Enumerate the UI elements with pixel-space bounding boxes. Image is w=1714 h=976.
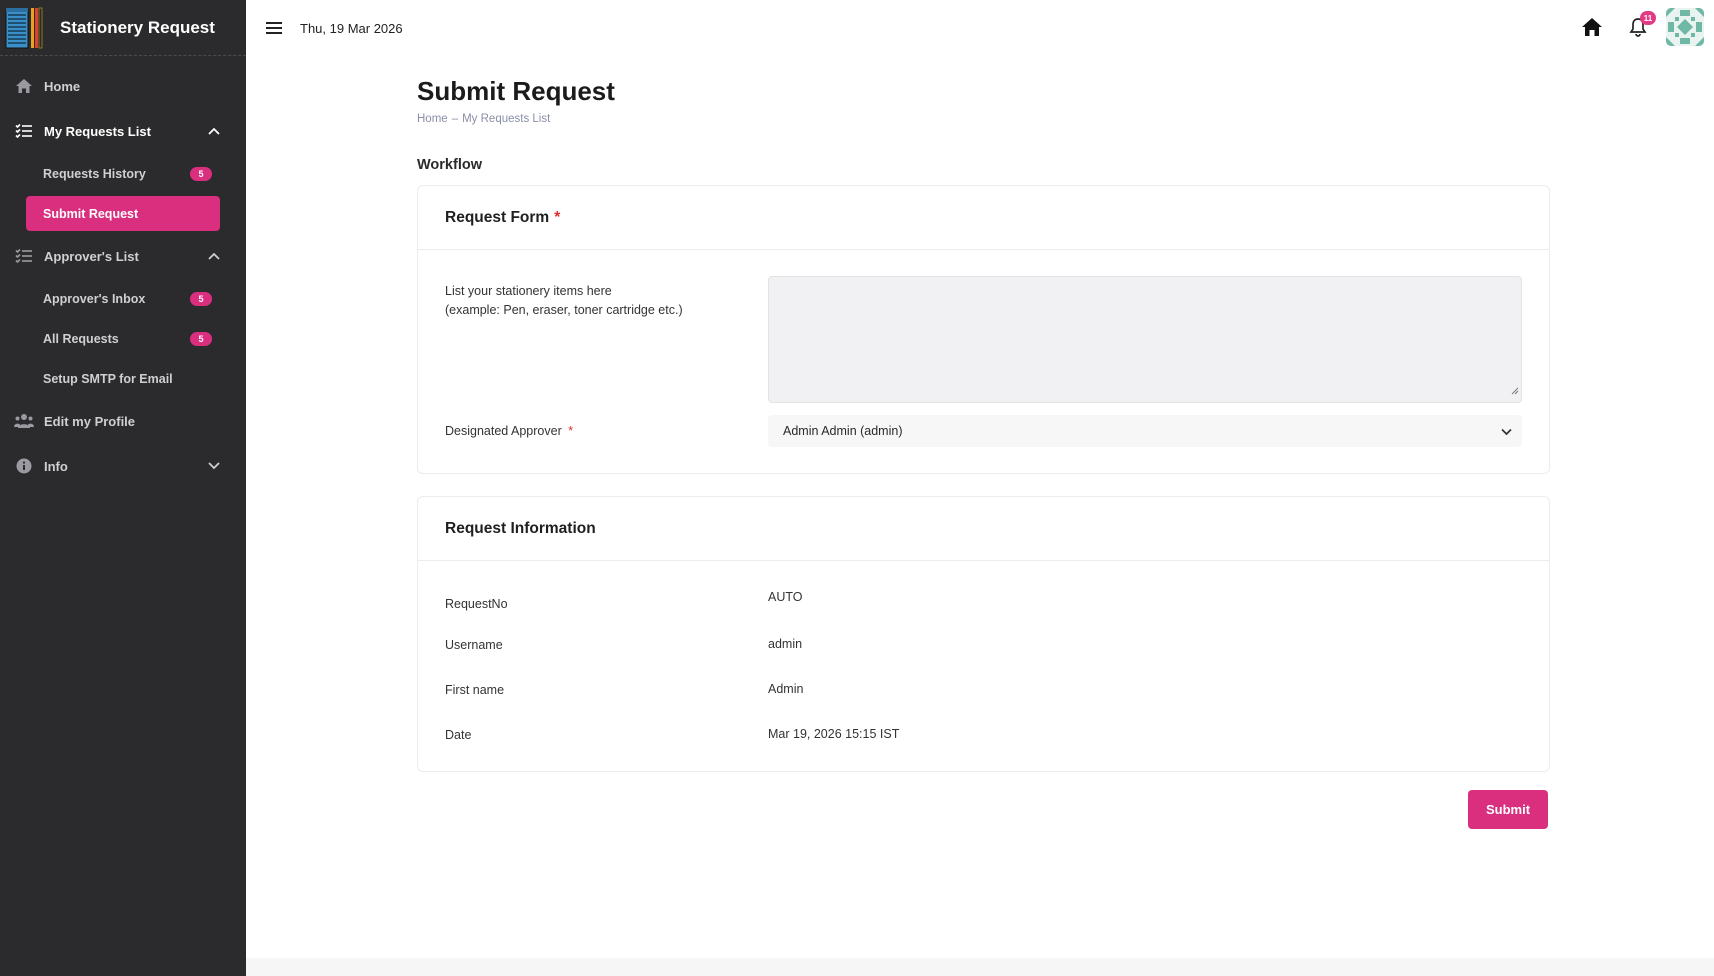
info-row-username: Username admin <box>445 621 1522 666</box>
card-title: Request Form <box>445 208 550 226</box>
info-label: First name <box>445 682 505 697</box>
main-content: Submit Request Home – My Requests List Wor… <box>246 56 1714 958</box>
avatar[interactable] <box>1666 8 1704 46</box>
page-title: Submit Request <box>417 76 615 106</box>
sidebar-item-label: Submit Request <box>43 206 139 221</box>
sidebar-item-label: Approver's Inbox <box>43 291 146 306</box>
info-row-date: Date Mar 19, 2026 15:15 IST <box>445 711 1522 756</box>
info-label: Date <box>445 727 472 742</box>
approver-form-row: Designated Approver * Admin Admin (admin… <box>445 415 1522 447</box>
sidebar-item-setup-smtp[interactable]: Setup SMTP for Email <box>26 361 220 396</box>
chevron-down-icon[interactable] <box>208 460 220 472</box>
card-header: Request Information <box>418 497 1549 561</box>
items-label-line: List your stationery items here <box>445 284 612 298</box>
sidebar-item-label: My Requests List <box>44 123 151 139</box>
sidebar-item-label: Edit my Profile <box>44 413 136 429</box>
content-area: Submit Request Home – My Requests List Wor… <box>417 76 1550 829</box>
sidebar-item-home[interactable]: Home <box>0 66 246 106</box>
info-value: Admin <box>768 681 804 696</box>
topbar: Thu, 19 Mar 2026 11 <box>246 0 1714 56</box>
sidebar-nav: Home My Requests List Requests History 5… <box>0 56 246 486</box>
sidebar-item-all-requests[interactable]: All Requests 5 <box>26 321 220 356</box>
approver-label-text: Designated Approver <box>445 423 562 438</box>
stationery-items-textarea[interactable] <box>768 276 1522 403</box>
select-value: Admin Admin (admin) <box>783 424 903 438</box>
sidebar-item-label: Setup SMTP for Email <box>43 371 173 386</box>
items-label-hint: (example: Pen, eraser, toner cartridge e… <box>445 303 683 317</box>
app-logo <box>4 6 44 50</box>
items-label: List your stationery items here (example… <box>445 276 768 403</box>
info-label: RequestNo <box>445 596 508 611</box>
users-icon <box>14 411 34 431</box>
notifications-bell-icon[interactable]: 11 <box>1624 11 1656 41</box>
required-marker: * <box>554 208 561 226</box>
info-label: Username <box>445 637 503 652</box>
info-icon <box>14 456 34 476</box>
menu-toggle-icon[interactable] <box>264 18 284 38</box>
count-badge: 5 <box>190 291 212 306</box>
checklist-icon <box>14 121 34 141</box>
sidebar: Stationery Request Home My Requests List <box>0 0 246 976</box>
sidebar-item-approvers-inbox[interactable]: Approver's Inbox 5 <box>26 281 220 316</box>
sidebar-item-approvers-list[interactable]: Approver's List <box>0 236 246 276</box>
approver-label: Designated Approver * <box>445 422 768 441</box>
submit-button[interactable]: Submit <box>1468 790 1548 829</box>
sidebar-item-label: Requests History <box>43 166 146 181</box>
home-icon <box>14 76 34 96</box>
chevron-up-icon[interactable] <box>208 125 220 137</box>
sidebar-item-edit-profile[interactable]: Edit my Profile <box>0 401 246 441</box>
sidebar-item-label: Info <box>44 458 68 474</box>
chevron-down-icon <box>1501 425 1512 439</box>
checklist-icon <box>14 246 34 266</box>
topbar-actions: 11 <box>1578 8 1704 46</box>
designated-approver-select[interactable]: Admin Admin (admin) <box>768 415 1522 447</box>
brand[interactable]: Stationery Request <box>0 0 246 56</box>
count-badge: 5 <box>190 166 212 181</box>
card-title: Request Information <box>445 519 596 537</box>
request-form-card: Request Form * List your stationery item… <box>417 185 1550 474</box>
items-form-row: List your stationery items here (example… <box>445 276 1522 403</box>
info-value: admin <box>768 636 803 651</box>
sidebar-item-info[interactable]: Info <box>0 446 246 486</box>
footer-strip <box>246 958 1714 976</box>
sidebar-item-label: Approver's List <box>44 248 139 264</box>
required-marker: * <box>568 423 574 438</box>
home-icon[interactable] <box>1578 13 1606 41</box>
resize-handle-icon[interactable] <box>1511 382 1519 400</box>
request-information-card: Request Information RequestNo AUTO Usern… <box>417 496 1550 772</box>
card-body: List your stationery items here (example… <box>418 250 1549 473</box>
sidebar-item-label: All Requests <box>43 331 119 346</box>
current-date: Thu, 19 Mar 2026 <box>300 20 403 36</box>
sidebar-item-my-requests[interactable]: My Requests List <box>0 111 246 151</box>
app-title: Stationery Request <box>60 17 215 37</box>
sidebar-item-submit-request[interactable]: Submit Request <box>26 196 220 231</box>
sidebar-item-requests-history[interactable]: Requests History 5 <box>26 156 220 191</box>
info-value: Mar 19, 2026 15:15 IST <box>768 726 900 741</box>
info-value: AUTO <box>768 589 803 604</box>
section-title: Workflow <box>417 157 482 173</box>
card-header: Request Form * <box>418 186 1549 250</box>
count-badge: 5 <box>190 331 212 346</box>
chevron-up-icon[interactable] <box>208 250 220 262</box>
info-row-request-no: RequestNo AUTO <box>445 576 1522 621</box>
sidebar-item-label: Home <box>44 78 81 94</box>
form-actions: Submit <box>417 790 1550 829</box>
card-body: RequestNo AUTO Username admin First name… <box>418 561 1549 771</box>
breadcrumb: Home – My Requests List <box>417 113 1550 125</box>
breadcrumb-separator: – <box>451 113 459 125</box>
info-row-first-name: First name Admin <box>445 666 1522 711</box>
breadcrumb-current-link[interactable]: My Requests List <box>462 113 550 125</box>
breadcrumb-home-link[interactable]: Home <box>417 113 448 125</box>
notification-count-badge: 11 <box>1640 11 1656 25</box>
